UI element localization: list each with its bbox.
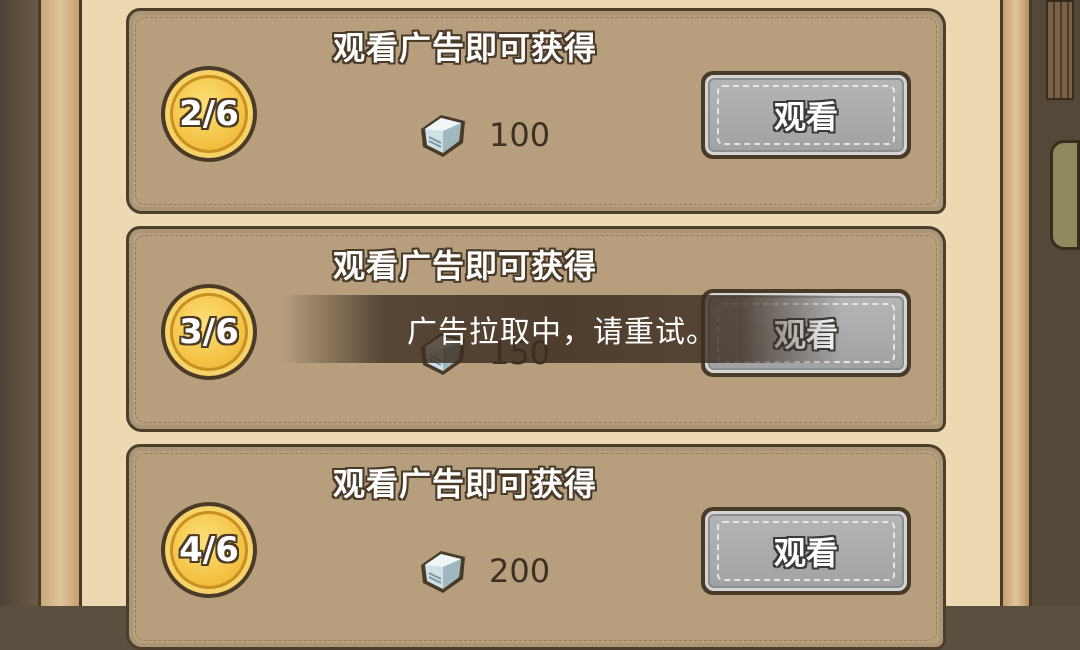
reward-display: 200 — [415, 543, 550, 599]
watch-ad-button-face[interactable]: 观看 — [705, 511, 907, 591]
reward-card: 观看广告即可获得 2/6 100 观看 — [126, 8, 946, 214]
decor-shelf — [1046, 0, 1074, 100]
watch-ad-button-face[interactable]: 观看 — [705, 75, 907, 155]
toast-message: 广告拉取中，请重试。 — [407, 315, 717, 350]
toast-notification: 广告拉取中，请重试。 — [282, 295, 842, 363]
decor-object — [1050, 140, 1080, 250]
watch-ad-button[interactable]: 观看 — [701, 71, 911, 159]
progress-text: 3/6 — [179, 312, 239, 352]
panel-frame-left — [38, 0, 82, 606]
card-title: 观看广告即可获得 — [332, 465, 597, 503]
reward-amount: 200 — [489, 552, 551, 590]
card-title: 观看广告即可获得 — [332, 29, 597, 67]
card-title: 观看广告即可获得 — [332, 247, 597, 285]
progress-text: 2/6 — [179, 94, 239, 134]
reward-amount: 100 — [489, 116, 551, 154]
progress-badge: 2/6 — [161, 66, 257, 162]
reward-display: 100 — [415, 107, 550, 163]
watch-ad-button-label: 观看 — [773, 98, 838, 136]
diamond-gem-icon — [421, 551, 465, 593]
watch-ad-button[interactable]: 观看 — [701, 507, 911, 595]
watch-ad-button-label: 观看 — [773, 534, 838, 572]
progress-badge: 3/6 — [161, 284, 257, 380]
panel-frame-right — [1000, 0, 1032, 606]
progress-text: 4/6 — [179, 530, 239, 570]
diamond-gem-icon — [421, 115, 465, 157]
background-left — [0, 0, 40, 606]
reward-card: 观看广告即可获得 4/6 200 观看 — [126, 444, 946, 650]
progress-badge: 4/6 — [161, 502, 257, 598]
